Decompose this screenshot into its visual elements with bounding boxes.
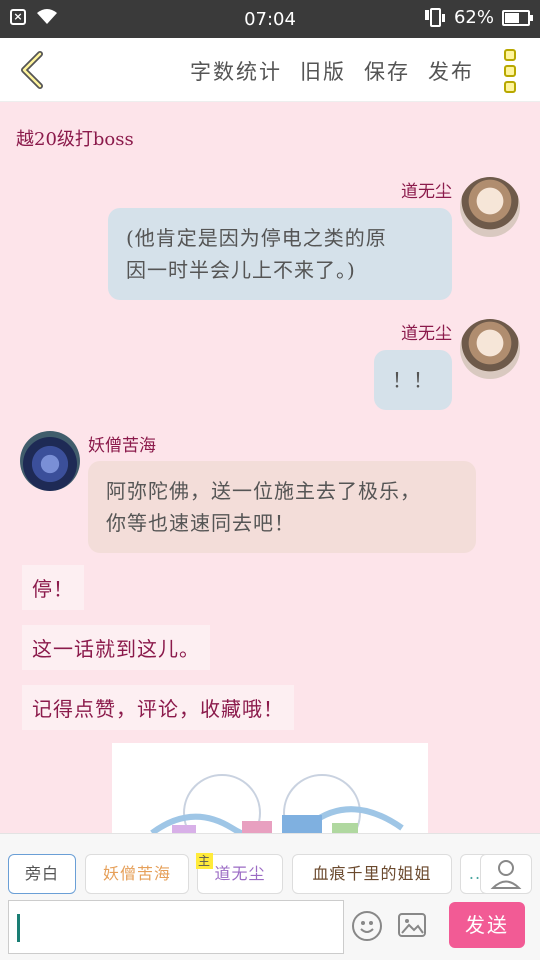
character-chip-label: 道无尘 <box>214 864 266 883</box>
chat-image[interactable] <box>112 743 428 833</box>
message-line: 你等也速速同去吧！ <box>106 511 295 535</box>
add-character-button[interactable] <box>480 854 532 894</box>
publish-button[interactable]: 发布 <box>428 56 474 86</box>
avatar[interactable] <box>460 319 520 379</box>
image-icon[interactable] <box>398 913 426 937</box>
old-version-button[interactable]: 旧版 <box>300 56 346 86</box>
message-line: ！！ <box>392 368 434 392</box>
character-chip-label: 旁白 <box>24 864 59 883</box>
person-add-icon <box>490 860 522 889</box>
main-character-badge: 主 <box>196 853 214 869</box>
narration-item[interactable]: 记得点赞，评论，收藏哦！ <box>22 685 294 730</box>
speaker-name: 妖僧苦海 <box>88 436 156 456</box>
avatar[interactable] <box>460 177 520 237</box>
back-arrow-icon[interactable] <box>14 50 54 90</box>
battery-icon <box>502 9 533 26</box>
editor-toolbar: 字数统计 旧版 保存 发布 <box>0 38 540 102</box>
text-caret <box>17 914 20 942</box>
send-button[interactable]: 发送 <box>449 902 525 948</box>
message-bubble[interactable]: 阿弥陀佛，送一位施主去了极乐， 你等也速速同去吧！ <box>88 461 476 553</box>
message-line: (他肯定是因为停电之类的原 <box>126 226 387 250</box>
message-line: 因一时半会儿上不来了。) <box>126 258 356 282</box>
character-chip-label: 血痕千里的姐姐 <box>312 864 432 883</box>
battery-percent: 62% <box>453 7 494 28</box>
message-input[interactable] <box>8 900 344 954</box>
word-count-button[interactable]: 字数统计 <box>190 56 282 86</box>
character-chip-sister[interactable]: 血痕千里的姐姐 <box>292 854 452 894</box>
save-button[interactable]: 保存 <box>364 56 410 86</box>
character-chip-monk[interactable]: 妖僧苦海 <box>85 854 189 894</box>
character-selector: 旁白 妖僧苦海 主 道无尘 血痕千里的姐姐 .. <box>0 833 540 897</box>
speaker-name: 道无尘 <box>401 324 452 344</box>
speaker-name: 道无尘 <box>401 182 452 202</box>
narration-item[interactable]: 停！ <box>22 565 84 610</box>
character-chip-narrator[interactable]: 旁白 <box>8 854 76 894</box>
more-menu-icon[interactable] <box>504 49 520 93</box>
input-bar: 发送 <box>0 897 540 960</box>
chat-area[interactable]: 越20级打boss 道无尘 (他肯定是因为停电之类的原 因一时半会儿上不来了。)… <box>0 103 540 833</box>
emoji-icon[interactable] <box>352 911 382 941</box>
chapter-title: 越20级打boss <box>16 129 134 150</box>
character-chip-label: 妖僧苦海 <box>102 864 171 883</box>
phone-signal-icon <box>424 7 445 27</box>
avatar[interactable] <box>20 431 80 491</box>
narration-item[interactable]: 这一话就到这儿。 <box>22 625 210 670</box>
message-bubble[interactable]: (他肯定是因为停电之类的原 因一时半会儿上不来了。) <box>108 208 452 300</box>
message-line: 阿弥陀佛，送一位施主去了极乐， <box>106 479 421 503</box>
message-bubble[interactable]: ！！ <box>374 350 452 410</box>
status-bar: × 07:04 62% <box>0 0 540 38</box>
character-chip-protagonist[interactable]: 主 道无尘 <box>196 853 283 894</box>
